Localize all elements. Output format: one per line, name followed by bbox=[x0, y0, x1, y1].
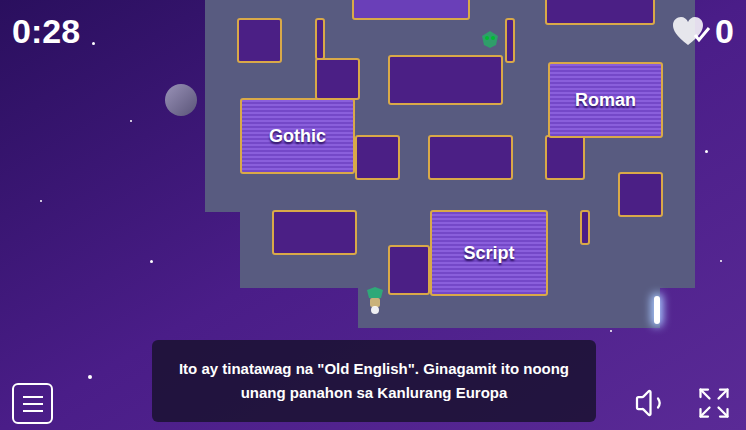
exit-portal bbox=[654, 296, 660, 324]
player-ship-icon bbox=[363, 286, 387, 316]
star bbox=[40, 200, 42, 202]
maze-wall bbox=[388, 55, 503, 105]
sound-button[interactable] bbox=[634, 385, 670, 421]
speaker-icon bbox=[634, 385, 670, 421]
timer: 0:28 bbox=[12, 6, 80, 57]
star bbox=[92, 42, 95, 45]
question-box: Ito ay tinatawag na "Old English". Ginag… bbox=[152, 340, 596, 422]
star bbox=[88, 375, 92, 379]
game-screen: Gothic RomanScript 0:28 0 Ito ay tinatawag n… bbox=[0, 0, 746, 430]
maze-wall bbox=[618, 172, 663, 217]
maze-wall bbox=[545, 135, 585, 180]
answer-box[interactable]: Script bbox=[430, 210, 548, 296]
answer-box[interactable]: Roman bbox=[548, 62, 663, 138]
star bbox=[610, 330, 612, 332]
maze-wall bbox=[505, 18, 515, 63]
maze-wall bbox=[428, 135, 513, 180]
star bbox=[705, 150, 708, 153]
maze-wall bbox=[272, 210, 357, 255]
maze-wall bbox=[315, 18, 325, 60]
maze-wall bbox=[580, 210, 590, 245]
maze-wall bbox=[355, 135, 400, 180]
fullscreen-button[interactable] bbox=[696, 385, 732, 421]
star bbox=[720, 260, 722, 262]
maze-wall bbox=[545, 0, 655, 25]
menu-button[interactable] bbox=[12, 383, 53, 424]
maze-wall bbox=[315, 58, 360, 100]
maze-wall bbox=[388, 245, 430, 295]
fullscreen-icon bbox=[696, 385, 732, 421]
answer-box[interactable]: Gothic bbox=[240, 98, 355, 174]
planet bbox=[165, 84, 197, 116]
score: 0 bbox=[671, 6, 734, 57]
star bbox=[130, 120, 132, 122]
enemy-icon bbox=[479, 28, 501, 50]
star bbox=[150, 260, 153, 263]
heart-check-icon bbox=[671, 15, 711, 49]
maze-wall bbox=[237, 18, 282, 63]
maze-wall bbox=[352, 0, 470, 20]
